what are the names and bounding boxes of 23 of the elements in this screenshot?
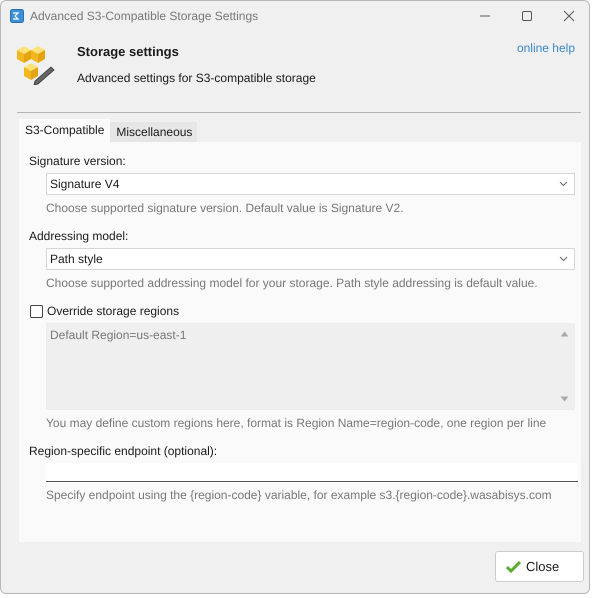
checkmark-icon [506, 560, 521, 573]
checkbox-label: Override storage regions [47, 304, 180, 318]
field-label: Region-specific endpoint (optional): [29, 444, 218, 458]
hint-text: Choose supported addressing model for your storage. Path style addressing is default value. [46, 276, 539, 290]
app-icon [10, 9, 24, 23]
caret-icon [559, 256, 568, 262]
tab[interactable]: S3-Compatible [19, 119, 110, 142]
field-label: Signature version: [29, 154, 127, 168]
tab[interactable]: Miscellaneous [110, 122, 198, 142]
field-label: Addressing model: [29, 229, 130, 243]
close-button[interactable]: Close [495, 551, 584, 582]
hint-text: Choose supported signature version. Default value is Signature V2. [46, 201, 405, 215]
window-title: Advanced S3-Compatible Storage Settings [30, 9, 260, 23]
dropdown[interactable]: Signature V4 [46, 173, 575, 195]
hint-text: Specify endpoint using the {region-code} variable, for example s3.{region-code}.wasabisys.com [46, 488, 553, 502]
maximize-icon[interactable] [521, 10, 533, 22]
input-field[interactable] [46, 463, 578, 482]
hint-text: You may define custom regions here, format is Region Name=region-code, one region per line [46, 416, 548, 430]
header-title: Storage settings [77, 44, 180, 59]
dropdown[interactable]: Path style [46, 248, 575, 270]
header-subtitle: Advanced settings for S3-compatible storage [77, 71, 317, 85]
close-icon[interactable] [563, 10, 575, 22]
caret-icon [559, 181, 568, 187]
